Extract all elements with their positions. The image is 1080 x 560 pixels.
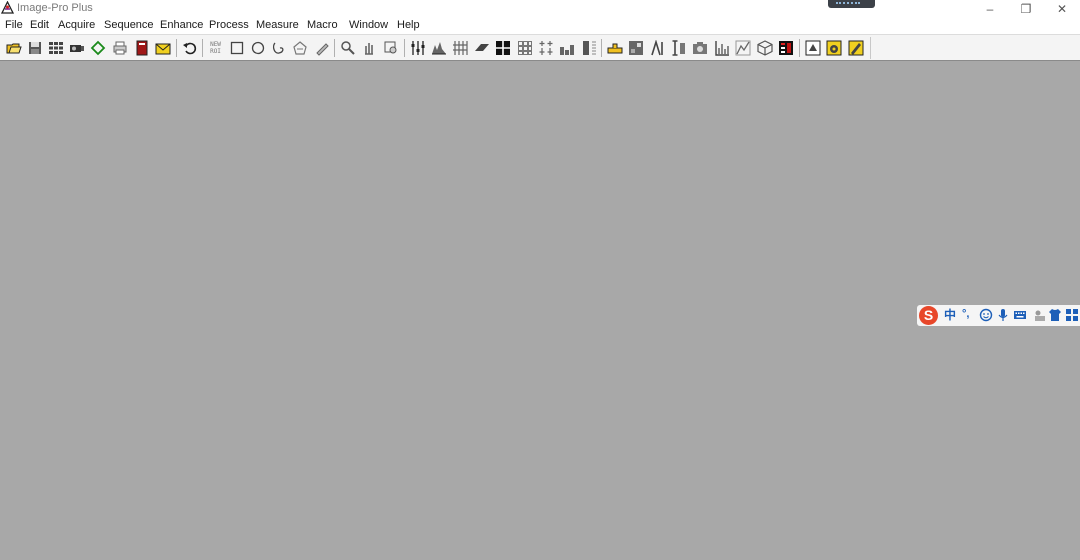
magnify-icon[interactable] xyxy=(382,39,399,56)
plane-icon[interactable] xyxy=(473,39,490,56)
window-title: Image-Pro Plus xyxy=(17,2,93,14)
column-icon[interactable] xyxy=(580,39,597,56)
ime-toolbox-icon[interactable] xyxy=(1033,308,1047,322)
toolbar-separator xyxy=(334,39,335,57)
thumbnails-icon[interactable] xyxy=(47,39,64,56)
menu-enhance[interactable]: Enhance xyxy=(160,19,203,32)
hist-icon[interactable] xyxy=(713,39,730,56)
app-logo-icon[interactable] xyxy=(0,0,15,14)
close-button[interactable]: ✕ xyxy=(1044,0,1080,17)
macro-icon[interactable] xyxy=(804,39,821,56)
ime-emoji-icon[interactable] xyxy=(979,308,993,322)
line-measure-icon[interactable] xyxy=(670,39,687,56)
zoom-icon[interactable] xyxy=(339,39,356,56)
tiles-icon[interactable] xyxy=(516,39,533,56)
snapshot-icon[interactable] xyxy=(691,39,708,56)
toolbar: NEW ROI xyxy=(0,34,1080,61)
open-icon[interactable] xyxy=(5,39,22,56)
ime-keyboard-icon[interactable] xyxy=(1013,308,1027,322)
aoi-icon[interactable] xyxy=(89,39,106,56)
rectangle-icon[interactable] xyxy=(228,39,245,56)
minimize-button[interactable]: – xyxy=(972,0,1008,17)
ime-status-tab[interactable] xyxy=(828,0,875,8)
toolbar-separator xyxy=(799,39,800,57)
toolbar-separator xyxy=(202,39,203,57)
restore-button[interactable]: ❐ xyxy=(1008,0,1044,17)
ime-logo-icon[interactable]: S xyxy=(919,306,938,325)
segment-icon[interactable] xyxy=(734,39,751,56)
ellipse-icon[interactable] xyxy=(249,39,266,56)
3d-cube-icon[interactable] xyxy=(756,39,773,56)
freehand-icon[interactable] xyxy=(270,39,287,56)
mail-icon[interactable] xyxy=(154,39,171,56)
menu-acquire[interactable]: Acquire xyxy=(58,19,95,32)
menu-edit[interactable]: Edit xyxy=(30,19,49,32)
menu-window[interactable]: Window xyxy=(349,19,388,32)
ime-voice-icon[interactable] xyxy=(996,308,1010,322)
save-icon[interactable] xyxy=(26,39,43,56)
toolbar-separator xyxy=(404,39,405,57)
ime-menu-icon[interactable] xyxy=(1065,308,1079,322)
menu-measure[interactable]: Measure xyxy=(256,19,299,32)
camera-icon[interactable] xyxy=(68,39,85,56)
new-roi-label-top: NEW xyxy=(210,40,221,48)
ime-punctuation-icon[interactable]: °, xyxy=(962,308,976,322)
ruler-icon[interactable] xyxy=(606,39,623,56)
menu-macro[interactable]: Macro xyxy=(307,19,338,32)
profile-icon[interactable] xyxy=(649,39,666,56)
toolbar-end-divider xyxy=(870,37,871,59)
ime-skin-icon[interactable] xyxy=(1048,308,1062,322)
histogram-icon[interactable] xyxy=(430,39,447,56)
toolbar-separator xyxy=(601,39,602,57)
filter-icon[interactable] xyxy=(451,39,468,56)
book-icon[interactable] xyxy=(133,39,150,56)
pencil-icon[interactable] xyxy=(313,39,330,56)
spatial-icon[interactable] xyxy=(537,39,554,56)
new-roi-label-bottom: ROI xyxy=(210,47,221,55)
macro-run-icon[interactable] xyxy=(825,39,842,56)
undo-icon[interactable] xyxy=(181,39,198,56)
new-roi-icon[interactable]: NEW ROI xyxy=(207,39,224,56)
menu-sequence[interactable]: Sequence xyxy=(104,19,154,32)
sliders-icon[interactable] xyxy=(409,39,426,56)
macro-edit-icon[interactable] xyxy=(847,39,864,56)
grid-icon[interactable] xyxy=(494,39,511,56)
title-bar: Image-Pro Plus – ❐ ✕ xyxy=(0,0,1080,17)
polygon-icon[interactable] xyxy=(291,39,308,56)
ime-language-mode[interactable]: 中 xyxy=(944,308,956,322)
color-icon[interactable] xyxy=(777,39,794,56)
toolbar-separator xyxy=(176,39,177,57)
print-icon[interactable] xyxy=(111,39,128,56)
menu-process[interactable]: Process xyxy=(209,19,249,32)
menu-file[interactable]: File xyxy=(5,19,23,32)
menu-help[interactable]: Help xyxy=(397,19,420,32)
pan-icon[interactable] xyxy=(360,39,377,56)
calibrate-icon[interactable] xyxy=(627,39,644,56)
bar-graph-icon[interactable] xyxy=(558,39,575,56)
menu-bar: File Edit Acquire Sequence Enhance Proce… xyxy=(0,17,1080,34)
ime-toolbar[interactable]: S 中 °, xyxy=(917,305,1080,326)
